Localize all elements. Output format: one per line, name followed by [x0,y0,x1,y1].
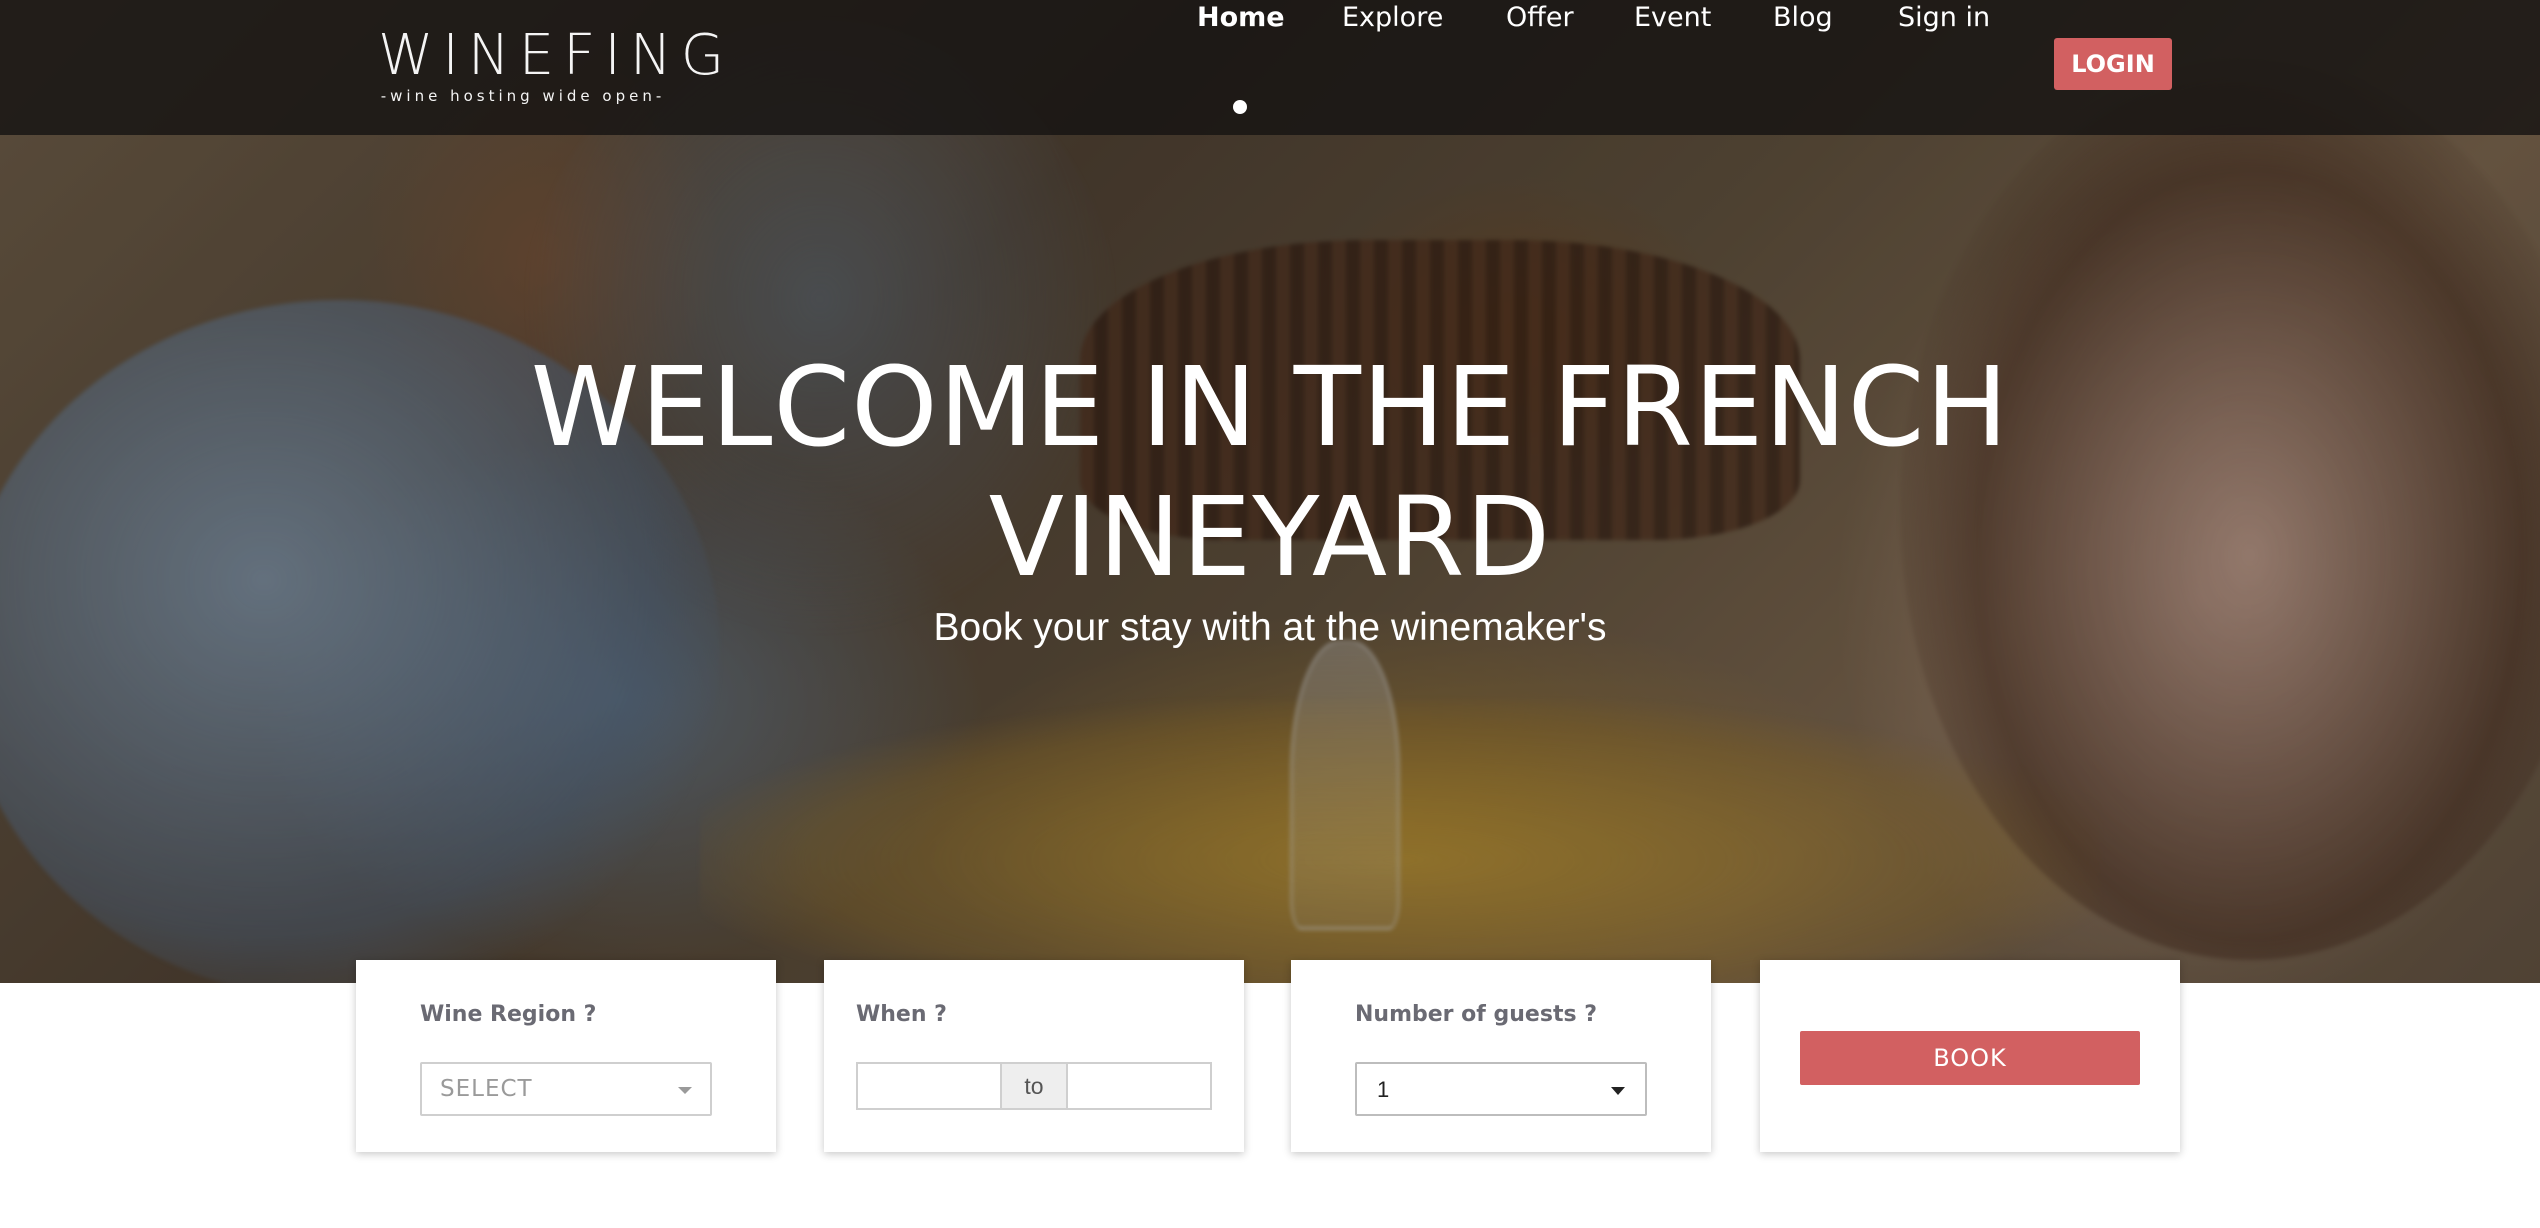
nav-item-offer[interactable]: Offer [1506,0,1574,36]
brand-tagline: -wine hosting wide open- [380,87,666,105]
guests-select-value: 1 [1377,1077,1390,1102]
nav-item-home[interactable]: Home [1197,0,1285,36]
wine-region-label: Wine Region ? [420,1002,597,1027]
wine-region-select[interactable]: SELECT [420,1062,712,1116]
nav-item-event[interactable]: Event [1634,0,1711,36]
wine-region-select-value: SELECT [440,1076,533,1102]
nav-item-sign-in[interactable]: Sign in [1898,0,1990,36]
guests-card: Number of guests ? 1 [1291,960,1711,1152]
wine-region-card: Wine Region ? SELECT [356,960,776,1152]
brand-logo[interactable]: WINEFING -wine hosting wide open- [378,23,734,106]
hero-headline-line1: WELCOME IN THE FRENCH [530,343,2010,471]
book-button[interactable]: BOOK [1800,1031,2140,1085]
hero-subheadline: Book your stay with at the winemaker's [933,606,1607,649]
guests-select[interactable]: 1 [1355,1062,1647,1116]
brand-name: WINEFING [378,23,734,88]
date-to-input[interactable] [1066,1062,1212,1110]
date-from-input[interactable] [856,1062,1002,1110]
hero-headline-line2: VINEYARD [988,473,1552,601]
login-button[interactable]: LOGIN [2054,38,2172,90]
dates-card: When ? to [824,960,1244,1152]
hero-background-image: WELCOME IN THE FRENCH VINEYARD Book your… [0,0,2540,983]
chevron-down-icon [678,1087,692,1094]
book-card: BOOK [1760,960,2180,1152]
hero-headline: WELCOME IN THE FRENCH VINEYARD [470,342,2070,602]
nav-item-blog[interactable]: Blog [1773,0,1833,36]
date-range-separator: to [1002,1062,1066,1110]
active-nav-indicator-dot [1233,100,1247,114]
nav-item-explore[interactable]: Explore [1342,0,1443,36]
caret-down-icon [1611,1087,1625,1095]
top-navbar: WINEFING -wine hosting wide open- Home E… [0,0,2540,135]
guests-label: Number of guests ? [1355,1002,1597,1027]
dates-label: When ? [856,1002,947,1027]
